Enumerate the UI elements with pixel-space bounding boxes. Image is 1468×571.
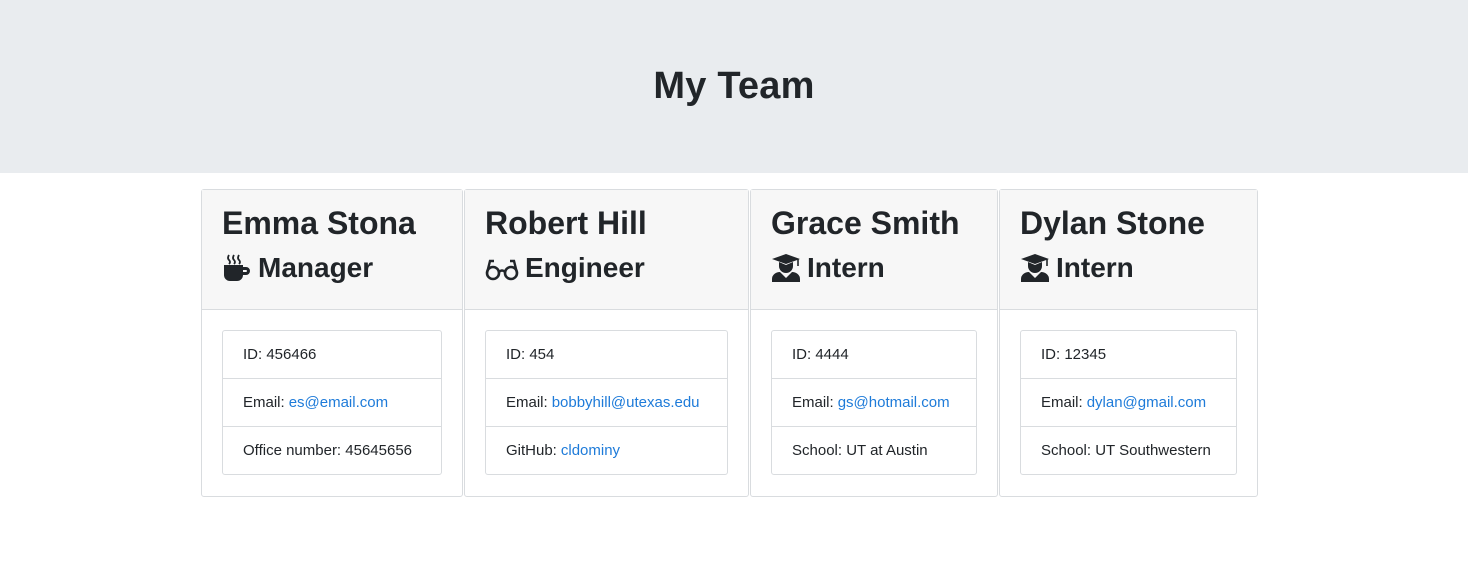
employee-card-manager: Emma Stona Manager ID: 456466 Email: es@…	[201, 189, 463, 497]
employee-role: Engineer	[485, 250, 728, 286]
email-link[interactable]: dylan@gmail.com	[1087, 394, 1206, 411]
card-body: ID: 4444 Email: gs@hotmail.com School: U…	[751, 310, 997, 495]
role-label: Intern	[807, 252, 885, 283]
card-body: ID: 12345 Email: dylan@gmail.com School:…	[1000, 310, 1257, 495]
employee-card-intern: Grace Smith Intern ID: 4444 Email: gs@ho…	[750, 189, 998, 497]
card-header: Dylan Stone Intern	[1000, 190, 1257, 310]
list-item-id: ID: 12345	[1021, 331, 1236, 379]
list-item-id: ID: 454	[486, 331, 727, 379]
card-body: ID: 456466 Email: es@email.com Office nu…	[202, 310, 462, 495]
employee-role: Manager	[222, 250, 442, 286]
list-item-email: Email: gs@hotmail.com	[772, 379, 976, 427]
info-list: ID: 454 Email: bobbyhill@utexas.edu GitH…	[485, 330, 728, 475]
employee-card-intern: Dylan Stone Intern ID: 12345 Email: dyla…	[999, 189, 1258, 497]
employee-role: Intern	[771, 250, 977, 286]
email-label: Email:	[243, 394, 285, 411]
employee-name: Emma Stona	[222, 205, 416, 241]
employee-name: Grace Smith	[771, 205, 960, 241]
info-list: ID: 12345 Email: dylan@gmail.com School:…	[1020, 330, 1237, 475]
list-item-email: Email: es@email.com	[223, 379, 441, 427]
team-cards: Emma Stona Manager ID: 456466 Email: es@…	[201, 189, 1259, 497]
list-item-email: Email: dylan@gmail.com	[1021, 379, 1236, 427]
card-header: Grace Smith Intern	[751, 190, 997, 310]
info-list: ID: 4444 Email: gs@hotmail.com School: U…	[771, 330, 977, 475]
github-link[interactable]: cldominy	[561, 442, 620, 459]
list-item-school: School: UT at Austin	[792, 442, 928, 459]
role-label: Manager	[258, 252, 374, 283]
card-header: Robert Hill Engineer	[465, 190, 748, 310]
employee-role: Intern	[1020, 250, 1237, 286]
graduate-icon	[772, 254, 800, 282]
glasses-icon	[485, 259, 519, 281]
email-label: Email:	[1041, 394, 1083, 411]
graduate-icon	[1021, 254, 1049, 282]
jumbotron-header: My Team	[0, 0, 1468, 173]
card-header: Emma Stona Manager	[202, 190, 462, 310]
email-link[interactable]: gs@hotmail.com	[838, 394, 950, 411]
list-item-email: Email: bobbyhill@utexas.edu	[486, 379, 727, 427]
list-item-office: Office number: 45645656	[243, 442, 413, 459]
email-link[interactable]: es@email.com	[289, 394, 388, 411]
employee-name: Robert Hill	[485, 205, 647, 241]
list-item-id: ID: 4444	[772, 331, 976, 379]
role-label: Intern	[1056, 252, 1134, 283]
github-label: GitHub:	[506, 442, 557, 459]
email-link[interactable]: bobbyhill@utexas.edu	[552, 394, 700, 411]
employee-name: Dylan Stone	[1020, 205, 1205, 241]
list-item-school: School: UT Southwestern	[1041, 442, 1211, 459]
list-item-github: GitHub: cldominy	[486, 427, 727, 474]
list-item-id: ID: 456466	[223, 331, 441, 379]
role-label: Engineer	[525, 252, 645, 283]
email-label: Email:	[506, 394, 548, 411]
info-list: ID: 456466 Email: es@email.com Office nu…	[222, 330, 442, 475]
card-body: ID: 454 Email: bobbyhill@utexas.edu GitH…	[465, 310, 748, 495]
coffee-mug-icon	[224, 254, 250, 281]
page-title: My Team	[653, 65, 815, 107]
employee-card-engineer: Robert Hill Engineer ID: 454 Email: bobb…	[464, 189, 749, 497]
email-label: Email:	[792, 394, 834, 411]
